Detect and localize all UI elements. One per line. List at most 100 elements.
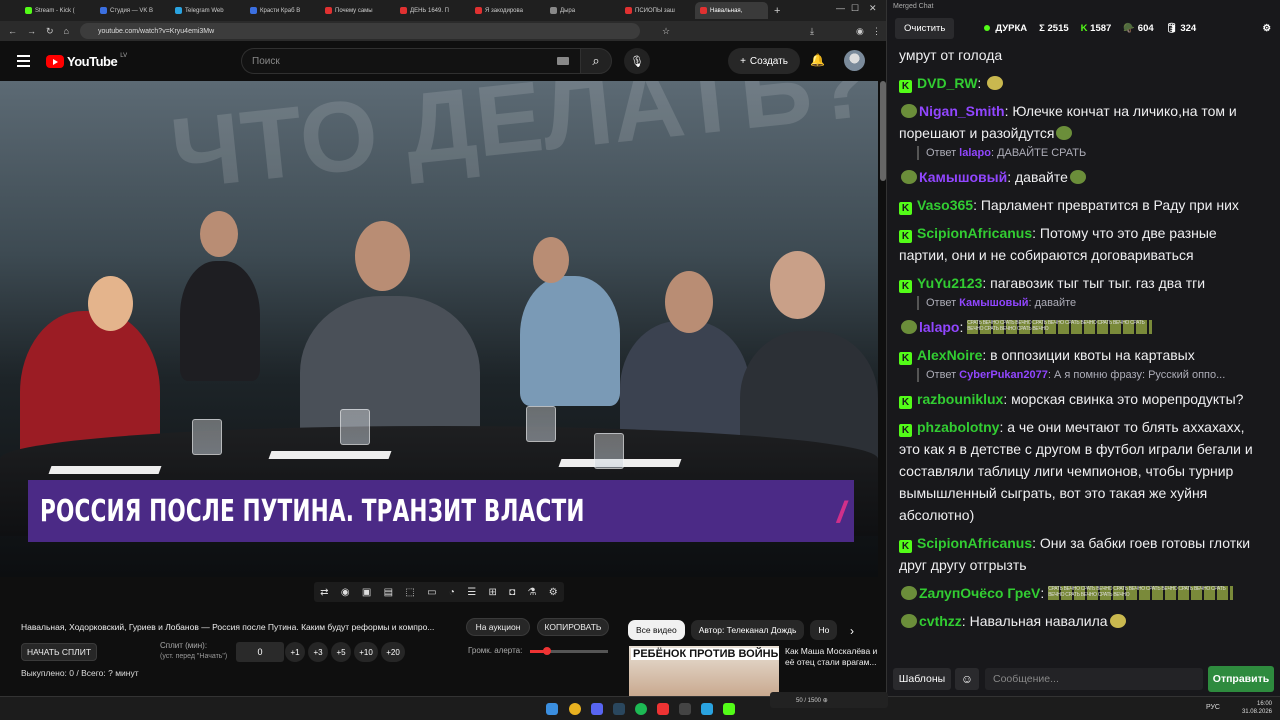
- chat-username[interactable]: razbouniklux: [917, 391, 1003, 407]
- video-player[interactable]: ЧТО ДЕЛАТЬ? РОССИЯ ПОСЛЕ ПУТИНА. ТРАНЗИТ…: [0, 81, 878, 577]
- reply-context[interactable]: Ответ lalapo: ДАВАЙТЕ СРАТЬ: [917, 146, 1267, 160]
- spotify-icon[interactable]: [635, 703, 647, 715]
- browser-tab[interactable]: Telegram Web: [170, 2, 243, 19]
- chat-message[interactable]: Krazbouniklux: морская свинка это морепр…: [899, 388, 1267, 410]
- chip-new[interactable]: Но: [810, 620, 838, 640]
- home-icon[interactable]: ⌂: [64, 26, 69, 36]
- browser-tab[interactable]: Навальная,: [695, 2, 768, 19]
- browser-tab[interactable]: ДЕНЬ 1649. П: [395, 2, 468, 19]
- chat-username[interactable]: ScipionAfricanus: [917, 225, 1032, 241]
- templates-button[interactable]: Шаблоны: [893, 668, 951, 690]
- mic-button[interactable]: 🎙: [624, 48, 650, 74]
- menu-dots-icon[interactable]: ⋮: [872, 26, 881, 37]
- chat-settings-icon[interactable]: ⚙: [1262, 23, 1271, 34]
- start-split-button[interactable]: НАЧАТЬ СПЛИТ: [21, 643, 97, 661]
- add-icon[interactable]: ⊞: [488, 587, 496, 598]
- loop-icon[interactable]: ⇄: [320, 587, 328, 598]
- screen-icon[interactable]: ▣: [362, 587, 371, 598]
- copy-button[interactable]: КОПИРОВАТЬ: [537, 618, 609, 636]
- chrome-icon[interactable]: [569, 703, 581, 715]
- browser-tab[interactable]: ПСИОПЫ заш: [620, 2, 693, 19]
- steam-icon[interactable]: [613, 703, 625, 715]
- clock[interactable]: 16:00 31.08.2026: [1242, 700, 1272, 716]
- increment-1-button[interactable]: +1: [285, 642, 305, 662]
- clapper-icon[interactable]: ▤: [384, 587, 393, 598]
- chevron-right-icon[interactable]: ›: [850, 624, 854, 638]
- keyboard-icon[interactable]: [557, 57, 569, 65]
- browser-tab[interactable]: Дыра: [545, 2, 618, 19]
- clear-button[interactable]: Очистить: [895, 17, 955, 39]
- list-icon[interactable]: ☰: [467, 587, 476, 598]
- app-icon[interactable]: [657, 703, 669, 715]
- chat-message[interactable]: K ScipionAfricanus: Потому что это две ра…: [899, 222, 1267, 266]
- auction-button[interactable]: На аукцион: [466, 618, 530, 636]
- chat-username[interactable]: AlexNoire: [917, 347, 982, 363]
- chat-message[interactable]: K YuYu2123: пагавозик тыг тыг тыг. газ дв…: [899, 272, 1267, 294]
- back-icon[interactable]: ←: [8, 26, 17, 36]
- split-minutes-input[interactable]: 0: [236, 642, 284, 662]
- telegram-icon[interactable]: [701, 703, 713, 715]
- chat-message[interactable]: K ScipionAfricanus: Они за бабки гоев гот…: [899, 532, 1267, 576]
- frame-icon[interactable]: ⬚: [405, 587, 414, 598]
- profile-icon[interactable]: ◉: [856, 26, 864, 37]
- search-button[interactable]: ⌕: [580, 48, 612, 74]
- discord-icon[interactable]: [591, 703, 603, 715]
- chat-message[interactable]: K Vaso365: Парламент превратится в Раду п…: [899, 194, 1267, 216]
- chat-message[interactable]: K DVD_RW:: [899, 72, 1267, 94]
- chat-username[interactable]: ScipionAfricanus: [917, 535, 1032, 551]
- language-indicator[interactable]: РУС: [1206, 704, 1220, 711]
- bell-icon[interactable]: 🔔: [810, 53, 825, 67]
- chat-username[interactable]: Nigan_Smith: [919, 103, 1005, 119]
- chat-message[interactable]: K AlexNoire: в оппозиции квоты на картавы…: [899, 344, 1267, 366]
- volume-handle[interactable]: [543, 647, 552, 655]
- chat-username[interactable]: phzabolotny: [917, 419, 999, 435]
- speed-icon[interactable]: ◔: [449, 587, 455, 598]
- emoji-icon[interactable]: ☺: [955, 668, 979, 690]
- related-video-title[interactable]: Как Маша Москалёва и её отец стали врага…: [785, 646, 881, 668]
- chat-username[interactable]: ZaлупОчёсо ГреV: [919, 585, 1040, 601]
- browser-tab[interactable]: Я закодирова: [470, 2, 543, 19]
- chip-author[interactable]: Автор: Телеканал Дождь: [690, 620, 805, 640]
- camera-icon[interactable]: ◘: [509, 587, 515, 598]
- browser-tab[interactable]: Студия — VK В: [95, 2, 168, 19]
- alert-volume-slider[interactable]: [530, 647, 608, 655]
- chip-all-videos[interactable]: Все видео: [628, 620, 685, 640]
- create-button[interactable]: + Создать: [728, 48, 800, 74]
- avatar[interactable]: [844, 50, 865, 71]
- start-icon[interactable]: [546, 703, 558, 715]
- reply-context[interactable]: Ответ Камышовый: давайте: [917, 296, 1267, 310]
- youtube-logo[interactable]: YouTube LV: [46, 53, 127, 69]
- url-field[interactable]: youtube.com/watch?v=Kryu4emi3Mw: [80, 23, 640, 39]
- download-icon[interactable]: ⤓: [810, 26, 814, 37]
- star-icon[interactable]: ☆: [662, 26, 670, 37]
- settings-icon[interactable]: ⚙: [549, 587, 558, 598]
- browser-tab[interactable]: Красти Краб В: [245, 2, 318, 19]
- increment-5-button[interactable]: +5: [331, 642, 351, 662]
- browser-tab[interactable]: Stream - Kick (: [20, 2, 93, 19]
- chat-message[interactable]: ZaлупОчёсо ГреV: СРАТЬ ВЕЧНО СРАТЬ ВЕЧНО…: [899, 582, 1267, 604]
- chat-username[interactable]: DVD_RW: [917, 75, 977, 91]
- chat-username[interactable]: Камышовый: [919, 169, 1007, 185]
- chat-username[interactable]: cvthzz: [919, 613, 962, 629]
- reply-context[interactable]: Ответ CyberPukan2077: А я помню фразу: Р…: [917, 368, 1267, 382]
- monitor-icon[interactable]: ▭: [427, 587, 436, 598]
- chat-username[interactable]: lalapo: [919, 319, 959, 335]
- increment-20-button[interactable]: +20: [381, 642, 405, 662]
- chat-message[interactable]: Камышовый: давайте: [899, 166, 1267, 188]
- increment-10-button[interactable]: +10: [354, 642, 378, 662]
- flask-icon[interactable]: ⚗: [528, 587, 537, 598]
- search-input[interactable]: Поиск: [241, 48, 580, 74]
- increment-3-button[interactable]: +3: [308, 642, 328, 662]
- chat-message[interactable]: Kphzabolotny: а че они мечтают то блять …: [899, 416, 1267, 526]
- send-button[interactable]: Отправить: [1208, 666, 1274, 692]
- forward-icon[interactable]: →: [27, 26, 36, 36]
- message-input[interactable]: Сообщение...: [985, 668, 1203, 690]
- kick-app-icon[interactable]: [723, 703, 735, 715]
- chat-message-list[interactable]: умрут от голода K DVD_RW: Nigan_Smith: Юле…: [887, 44, 1275, 656]
- maximize-icon[interactable]: ☐: [851, 3, 859, 14]
- message-continuation[interactable]: умрут от голода: [899, 44, 1267, 66]
- audio-icon[interactable]: ◉: [341, 587, 350, 598]
- hamburger-icon[interactable]: [17, 55, 30, 70]
- chat-message[interactable]: Nigan_Smith: Юлечке кончат на личико,на …: [899, 100, 1267, 144]
- chat-username[interactable]: Vaso365: [917, 197, 973, 213]
